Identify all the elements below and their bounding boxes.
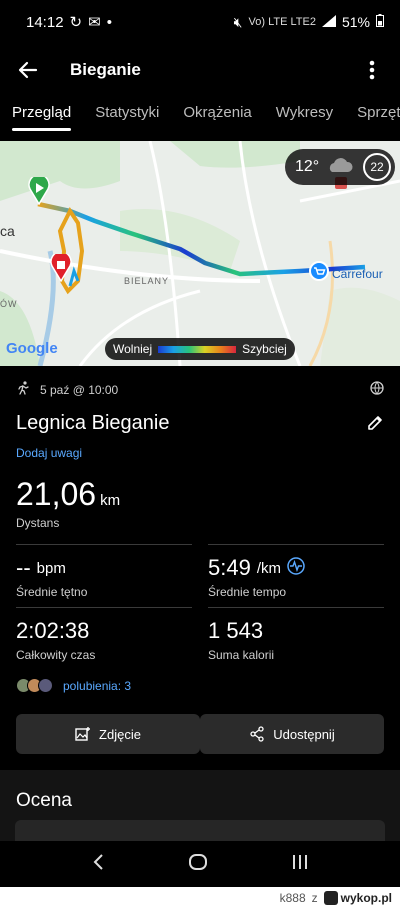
status-right: 🔇︎ Vo) LTE LTE2 51% xyxy=(234,14,384,31)
map-label-district: BIELANY xyxy=(124,276,170,286)
arrow-left-icon xyxy=(18,61,38,79)
calories-label: Suma kalorii xyxy=(208,648,275,662)
watermark-sep: z xyxy=(311,890,318,905)
time-value: 2:02:38 xyxy=(16,618,90,643)
activity-meta: 5 paź @ 10:00 xyxy=(16,381,384,398)
recents-icon xyxy=(292,854,307,869)
chevron-left-icon xyxy=(93,853,104,870)
more-options-button[interactable] xyxy=(354,52,390,88)
pace-info-icon[interactable] xyxy=(287,555,305,581)
distance-label: Dystans xyxy=(16,516,60,530)
cloud-icon xyxy=(325,156,353,179)
battery-icon xyxy=(376,14,384,30)
speed-fast-label: Szybciej xyxy=(242,342,287,356)
add-note-link[interactable]: Dodaj uwagi xyxy=(16,446,82,460)
activity-title: Legnica Bieganie xyxy=(16,412,170,434)
status-left: 14:12 ↻ ✉ • xyxy=(26,13,112,32)
share-label: Udostępnij xyxy=(273,726,335,742)
weather-temp: 12° xyxy=(295,158,320,175)
home-icon xyxy=(188,853,207,870)
calories-value: 1 543 xyxy=(208,618,264,643)
distance-value: 21,06 km xyxy=(16,476,120,513)
watermark-site: wykop.pl xyxy=(323,890,392,905)
pace-label: Średnie tempo xyxy=(208,585,287,599)
tab-overview[interactable]: Przegląd xyxy=(0,96,83,133)
page-title: Bieganie xyxy=(70,60,141,79)
route-map[interactable]: Carrefour BIELANY ca ÓW 12° 22 Google Wo… xyxy=(0,141,400,366)
add-photo-icon xyxy=(75,727,91,741)
clock: 14:12 xyxy=(26,13,64,31)
hr-label: Średnie tętno xyxy=(16,585,88,599)
stat-pace: 5:49 /km Średnie tempo xyxy=(208,544,384,599)
back-button[interactable] xyxy=(10,52,46,88)
wykop-logo-icon xyxy=(323,890,338,905)
weather-badge: 22 xyxy=(363,153,391,181)
store-pin-icon xyxy=(308,260,330,287)
more-vert-icon xyxy=(369,60,375,80)
tab-gear[interactable]: Sprzęt xyxy=(345,96,400,133)
liker-avatars xyxy=(16,678,53,693)
nav-home-button[interactable] xyxy=(188,853,208,876)
hr-value-row: -- bpm xyxy=(16,555,192,581)
distance-number: 21,06 xyxy=(16,476,97,512)
stat-heart-rate: -- bpm Średnie tętno xyxy=(16,544,192,599)
speed-legend: Wolniej Szybciej xyxy=(105,338,295,360)
battery-level: 51% xyxy=(341,14,370,30)
watermark-user: k888 xyxy=(279,890,306,905)
tab-charts[interactable]: Wykresy xyxy=(264,96,345,133)
running-icon xyxy=(16,381,30,398)
google-logo-text: Google xyxy=(6,340,58,357)
nav-back-button[interactable] xyxy=(91,853,105,876)
share-icon xyxy=(250,726,264,742)
rating-title: Ocena xyxy=(16,790,72,811)
stat-time: 2:02:38 Całkowity czas xyxy=(16,607,192,662)
pace-unit: /km xyxy=(256,559,281,577)
nav-recents-button[interactable] xyxy=(291,853,309,876)
finish-marker-icon[interactable] xyxy=(50,250,72,287)
tab-stats[interactable]: Statystyki xyxy=(83,96,171,133)
activity-date: 5 paź @ 10:00 xyxy=(40,382,119,397)
hr-unit: bpm xyxy=(36,559,66,577)
weather-widget[interactable]: 12° 22 xyxy=(285,149,395,185)
signal-icon xyxy=(321,14,336,30)
add-photo-button[interactable]: Zdjęcie xyxy=(16,714,200,754)
watermark: k888 z wykop.pl xyxy=(0,887,400,908)
tab-bar: Przegląd Statystyki Okrążenia Wykresy Sp… xyxy=(0,96,400,136)
speed-slow-label: Wolniej xyxy=(113,342,153,356)
status-bar: 14:12 ↻ ✉ • 🔇︎ Vo) LTE LTE2 51% xyxy=(0,0,400,44)
globe-icon[interactable] xyxy=(370,381,384,398)
map-label-store: Carrefour xyxy=(332,267,383,281)
edit-icon[interactable] xyxy=(366,414,384,437)
likes-count[interactable]: polubienia: 3 xyxy=(63,679,131,693)
pace-value-row: 5:49 /km xyxy=(208,555,384,581)
sync-icon: ↻ xyxy=(69,14,83,31)
google-logo: Google xyxy=(6,340,58,357)
share-button[interactable]: Udostępnij xyxy=(200,714,384,754)
network-indicator: Vo) LTE LTE2 xyxy=(248,16,316,28)
hr-value: -- xyxy=(16,555,31,580)
map-label-west: ÓW xyxy=(0,299,18,309)
speed-gradient xyxy=(158,345,237,353)
likes-row[interactable]: polubienia: 3 xyxy=(16,678,131,693)
start-marker-icon[interactable] xyxy=(28,173,50,210)
notification-icon: ✉ xyxy=(88,14,101,31)
mute-icon: 🔇︎ xyxy=(233,13,243,30)
system-nav-bar xyxy=(0,841,400,887)
pace-value: 5:49 xyxy=(208,555,251,580)
dot-icon: • xyxy=(106,13,112,31)
distance-unit: km xyxy=(100,492,121,509)
tab-laps[interactable]: Okrążenia xyxy=(171,96,263,133)
add-photo-label: Zdjęcie xyxy=(99,726,141,742)
app-bar: Bieganie xyxy=(0,44,400,96)
map-label-city: ca xyxy=(0,223,15,239)
avatar xyxy=(38,678,53,693)
stat-calories: 1 543 Suma kalorii xyxy=(208,607,384,662)
watermark-site-text: wykop.pl xyxy=(340,890,392,905)
time-label: Całkowity czas xyxy=(16,648,96,662)
